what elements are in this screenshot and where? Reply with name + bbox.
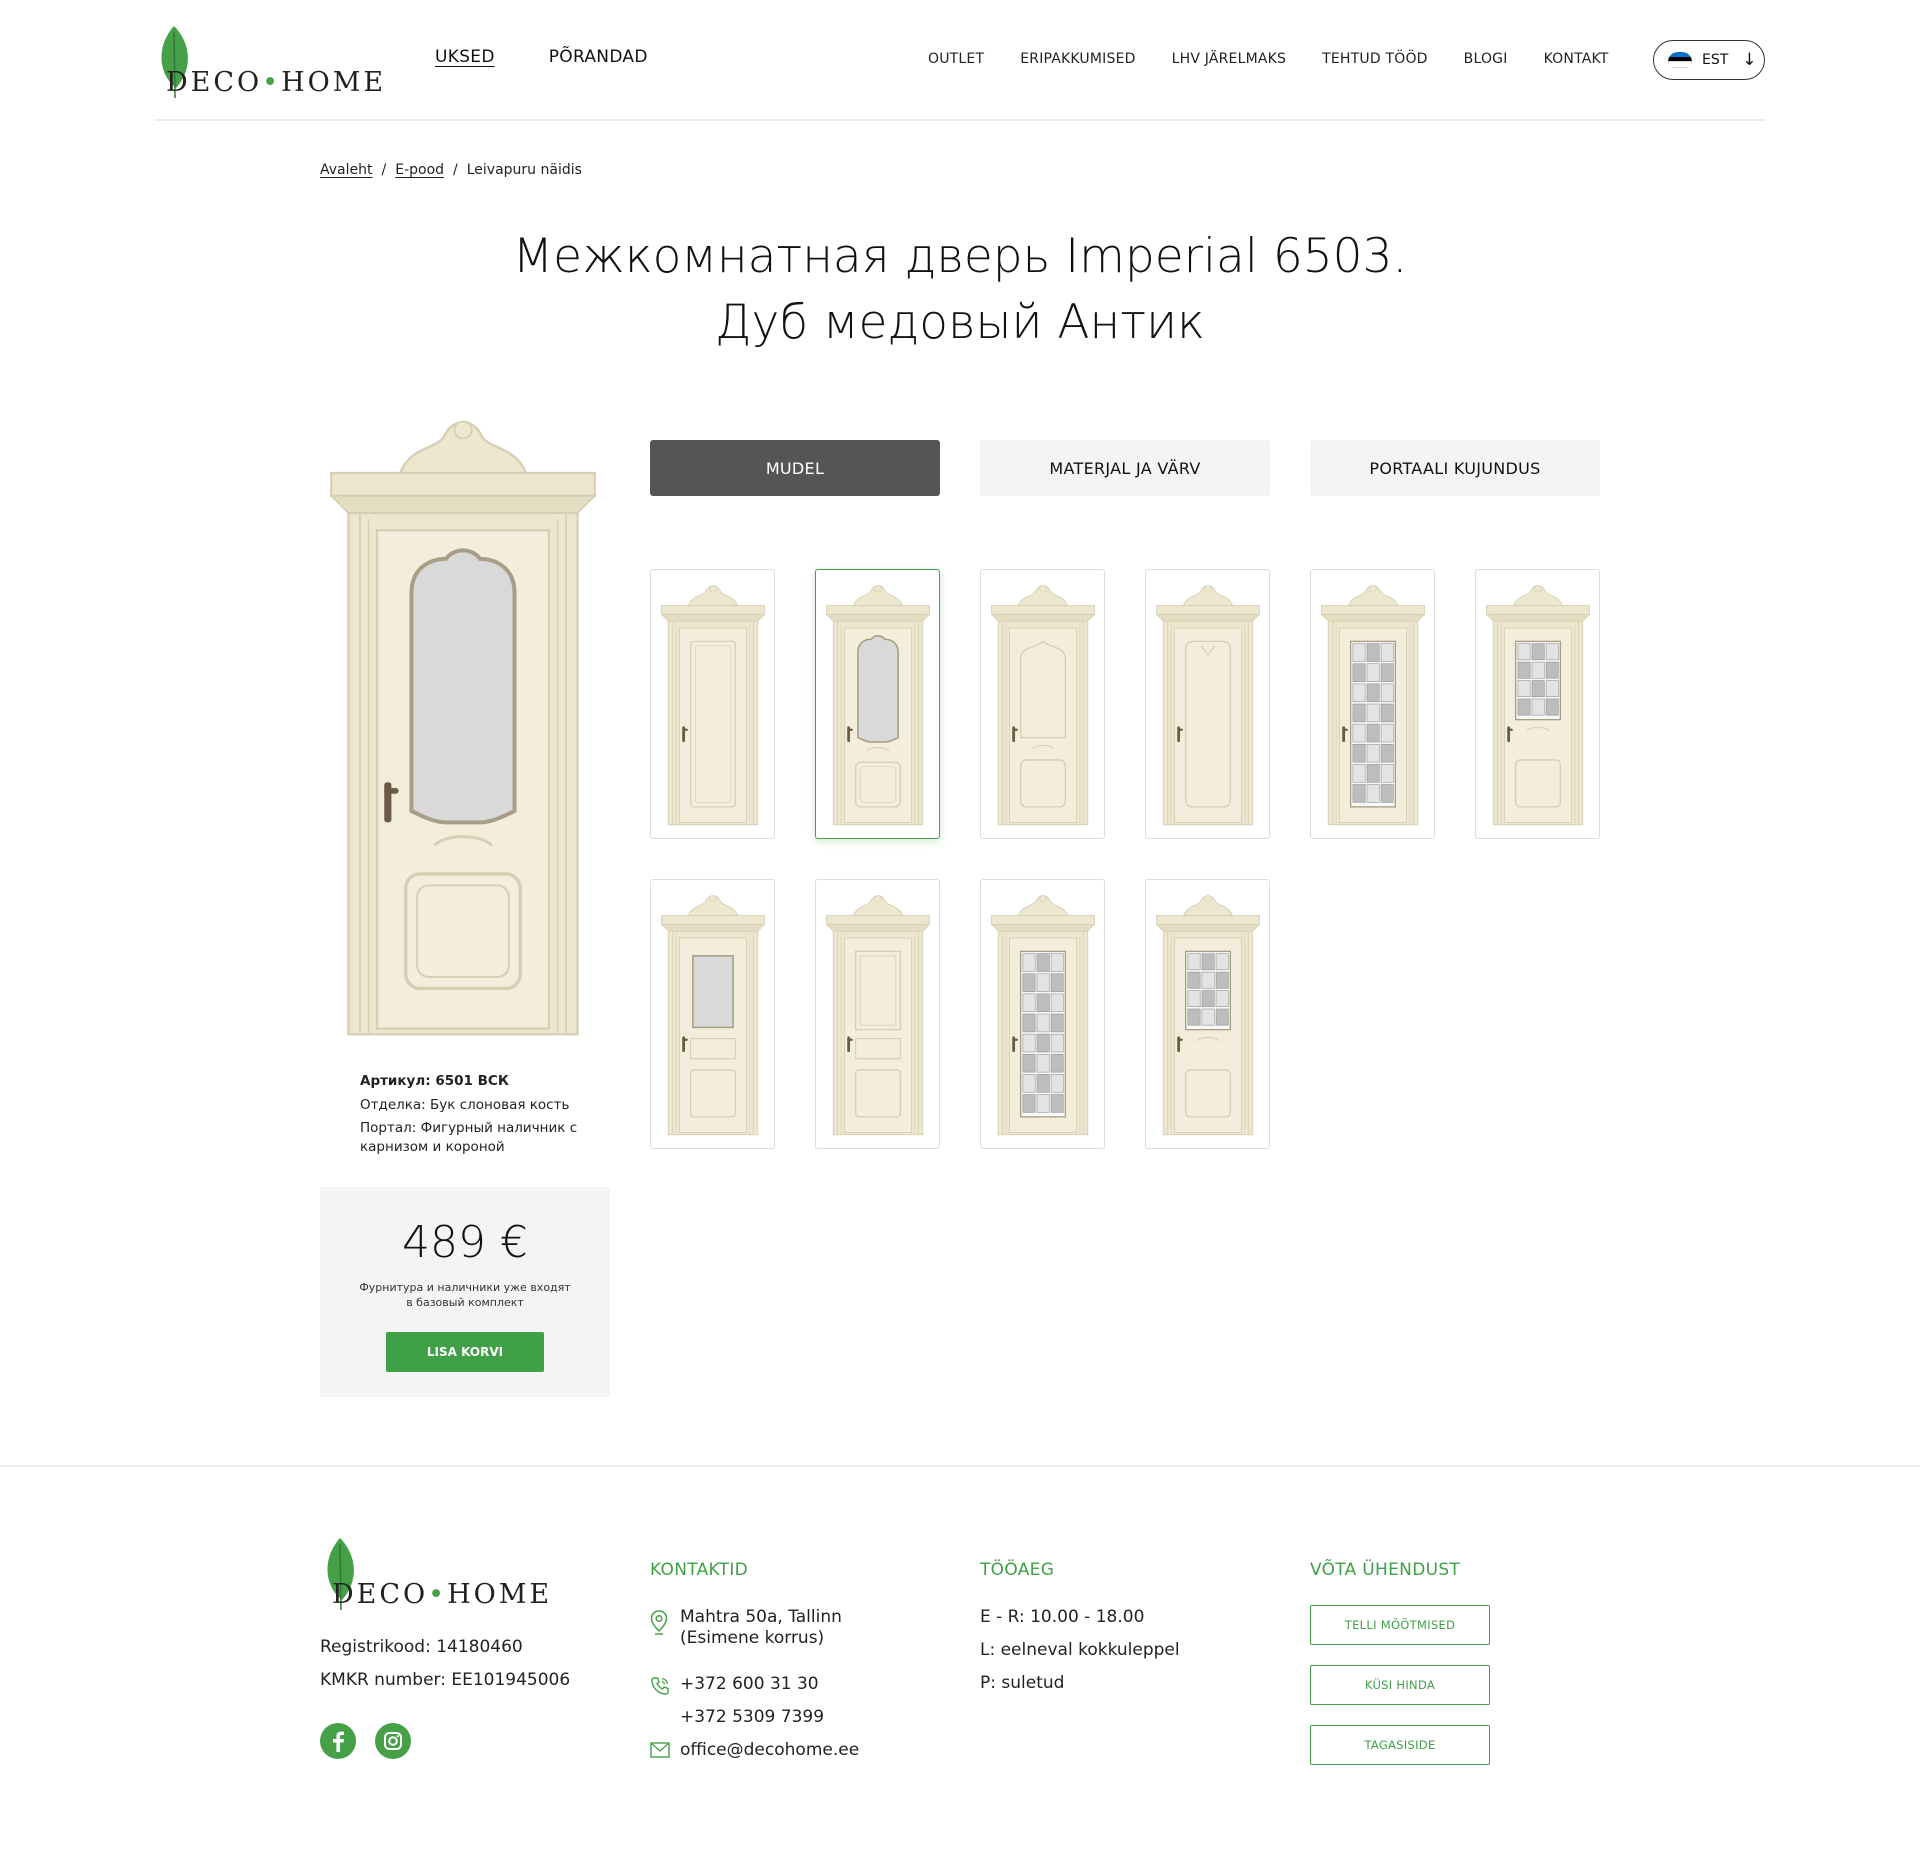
hours-heading: TÖÖAEG xyxy=(980,1560,1055,1580)
nav-blogi[interactable]: BLOGI xyxy=(1464,51,1508,67)
door-illustration xyxy=(825,585,930,826)
breadcrumb-home[interactable]: Avaleht xyxy=(320,162,373,178)
product-image xyxy=(318,410,608,1040)
model-option-5[interactable] xyxy=(1310,569,1435,839)
door-illustration xyxy=(660,585,765,826)
contacts-heading: KONTAKTID xyxy=(650,1560,749,1580)
footer-divider xyxy=(0,1465,1920,1467)
feedback-button[interactable]: TAGASISIDE xyxy=(1310,1725,1490,1765)
model-option-4[interactable] xyxy=(1145,569,1270,839)
language-label: EST xyxy=(1702,52,1729,68)
nav-outlet[interactable]: OUTLET xyxy=(928,51,984,67)
nav-tehtud-tood[interactable]: TEHTUD TÖÖD xyxy=(1322,51,1428,67)
door-illustration xyxy=(1320,585,1425,826)
breadcrumb-separator: / xyxy=(381,162,387,178)
product-finish: Отделка: Бук слоновая кость xyxy=(360,1097,570,1113)
tab-portaali-kujundus[interactable]: PORTAALI KUJUNDUS xyxy=(1310,440,1600,496)
hours-weekdays: E - R: 10.00 - 18.00 xyxy=(980,1607,1145,1627)
model-option-1[interactable] xyxy=(650,569,775,839)
site-header: DECO•HOME UKSED PÕRANDAD OUTLET ERIPAKKU… xyxy=(154,0,1765,121)
hours-saturday: L: eelneval kokkuleppel xyxy=(980,1640,1180,1660)
email-link[interactable]: office@decohome.ee xyxy=(680,1740,859,1761)
address-line-2: (Esimene korrus) xyxy=(680,1628,825,1648)
door-illustration xyxy=(990,895,1095,1136)
address-line-1: Mahtra 50a, Tallinn xyxy=(680,1607,842,1627)
brand-wordmark: DECO•HOME xyxy=(332,1578,553,1610)
door-illustration xyxy=(990,585,1095,826)
arrow-down-icon: ↓ xyxy=(1742,50,1757,70)
door-illustration xyxy=(660,895,765,1136)
page-title-subline: Дуб медовый Антик xyxy=(715,295,1205,350)
model-option-8[interactable] xyxy=(815,879,940,1149)
mail-icon xyxy=(650,1742,670,1758)
vat-number: KMKR number: EE101945006 xyxy=(320,1670,571,1690)
footer-brand-logo[interactable]: DECO•HOME xyxy=(320,1536,549,1612)
door-illustration xyxy=(329,420,597,1036)
product-specs: Артикул: 6501 ВСК Отделка: Бук слоновая … xyxy=(360,1072,590,1161)
nav-porandad[interactable]: PÕRANDAD xyxy=(549,47,648,67)
nav-uksed[interactable]: UKSED xyxy=(435,47,495,67)
nav-kontakt[interactable]: KONTAKT xyxy=(1544,51,1609,67)
phone-2[interactable]: +372 5309 7399 xyxy=(680,1707,824,1728)
brand-logo[interactable]: DECO•HOME xyxy=(154,24,383,100)
breadcrumb: Avaleht / E-pood / Leivapuru näidis xyxy=(320,162,582,178)
door-illustration xyxy=(1485,585,1590,826)
model-option-2[interactable] xyxy=(815,569,940,839)
nav-eripakkumised[interactable]: ERIPAKKUMISED xyxy=(1020,51,1135,67)
nav-lhv-jarelmaks[interactable]: LHV JÄRELMAKS xyxy=(1172,51,1287,67)
product-price: 489 € xyxy=(402,1217,528,1268)
secondary-nav: OUTLET ERIPAKKUMISED LHV JÄRELMAKS TEHTU… xyxy=(928,51,1609,67)
brand-wordmark: DECO•HOME xyxy=(166,66,387,98)
price-note: Фурнитура и наличники уже входят в базов… xyxy=(359,1281,571,1309)
product-portal: Портал: Фигурный наличник с карнизом и к… xyxy=(360,1120,578,1155)
phone-icon xyxy=(651,1677,669,1695)
door-illustration xyxy=(825,895,930,1136)
breadcrumb-current: Leivapuru näidis xyxy=(466,162,582,178)
instagram-icon[interactable] xyxy=(375,1723,411,1759)
breadcrumb-separator: / xyxy=(453,162,458,178)
add-to-cart-button[interactable]: LISA KORVI xyxy=(386,1332,544,1372)
tab-mudel[interactable]: MUDEL xyxy=(650,440,940,496)
ask-price-button[interactable]: KÜSI HINDA xyxy=(1310,1665,1490,1705)
facebook-icon[interactable] xyxy=(320,1723,356,1759)
location-pin-icon xyxy=(650,1610,668,1635)
price-box: 489 € Фурнитура и наличники уже входят в… xyxy=(320,1187,610,1397)
model-option-10[interactable] xyxy=(1145,879,1270,1149)
door-illustration xyxy=(1155,585,1260,826)
connect-heading: VÕTA ÜHENDUST xyxy=(1310,1560,1461,1580)
model-option-6[interactable] xyxy=(1475,569,1600,839)
breadcrumb-shop[interactable]: E-pood xyxy=(395,162,444,178)
model-option-7[interactable] xyxy=(650,879,775,1149)
order-measurement-button[interactable]: TELLI MÕÕTMISED xyxy=(1310,1605,1490,1645)
product-sku: Артикул: 6501 ВСК xyxy=(360,1073,509,1089)
registry-code: Registrikood: 14180460 xyxy=(320,1637,523,1657)
estonian-flag-icon xyxy=(1668,52,1692,68)
door-illustration xyxy=(1155,895,1260,1136)
phone-1[interactable]: +372 600 31 30 xyxy=(680,1674,819,1695)
main-nav: UKSED PÕRANDAD xyxy=(435,47,648,67)
model-option-9[interactable] xyxy=(980,879,1105,1149)
hours-sunday: P: suletud xyxy=(980,1673,1065,1693)
language-selector[interactable]: EST ↓ xyxy=(1653,40,1765,80)
model-option-3[interactable] xyxy=(980,569,1105,839)
page-title: Межкомнатная дверь Imperial 6503. xyxy=(512,229,1408,284)
tab-materjal-ja-varv[interactable]: MATERJAL JA VÄRV xyxy=(980,440,1270,496)
